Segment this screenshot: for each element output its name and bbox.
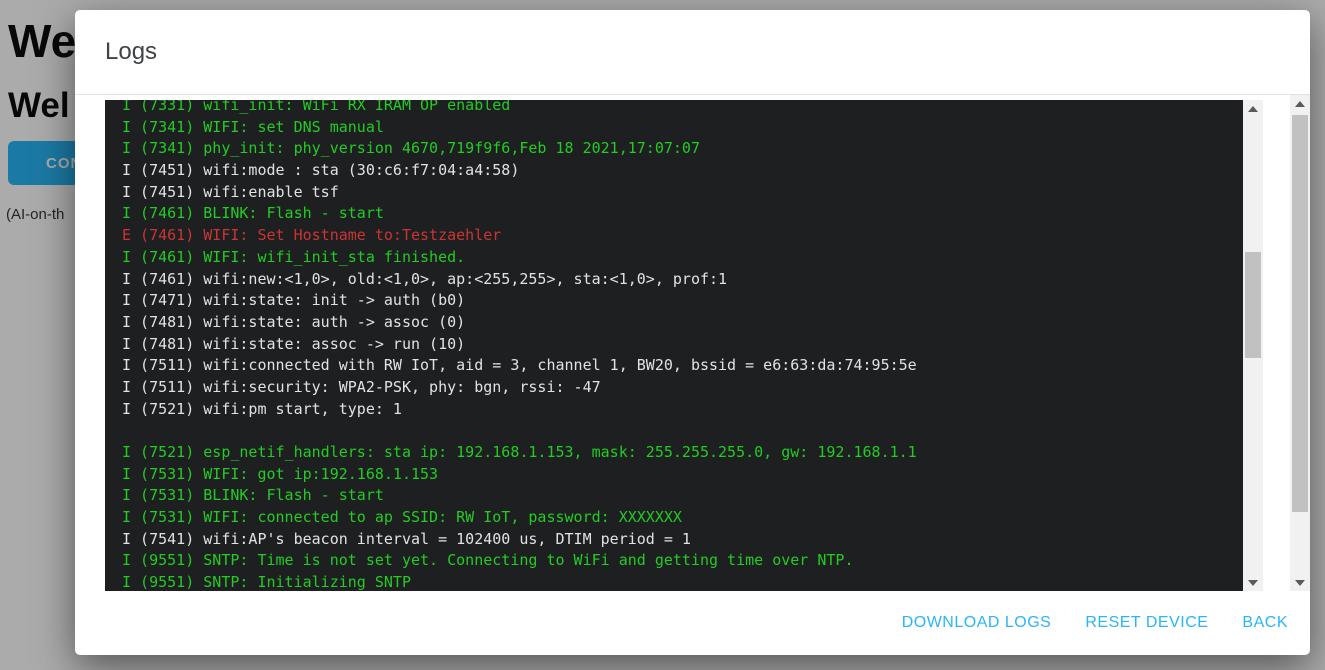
log-line: I (7521) esp_netif_handlers: sta ip: 192…: [122, 442, 1243, 464]
scroll-down-button[interactable]: [1243, 574, 1263, 591]
log-line: I (7451) wifi:mode : sta (30:c6:f7:04:a4…: [122, 160, 1243, 182]
log-line: I (7471) wifi:state: init -> auth (b0): [122, 290, 1243, 312]
reset-device-button[interactable]: RESET DEVICE: [1085, 614, 1208, 632]
log-line: I (7461) BLINK: Flash - start: [122, 203, 1243, 225]
log-line: I (7531) WIFI: connected to ap SSID: RW …: [122, 507, 1243, 529]
log-line: I (7461) wifi:new:<1,0>, old:<1,0>, ap:<…: [122, 269, 1243, 291]
log-lines-container: I (7331) wifi_init: WiFi RX IRAM OP enab…: [122, 100, 1243, 591]
dialog-scroll-up-button[interactable]: [1290, 95, 1310, 112]
dialog-body: I (7331) wifi_init: WiFi RX IRAM OP enab…: [75, 95, 1310, 591]
log-line: I (7481) wifi:state: auth -> assoc (0): [122, 312, 1243, 334]
log-line: I (7511) wifi:connected with RW IoT, aid…: [122, 355, 1243, 377]
log-line: I (7481) wifi:state: assoc -> run (10): [122, 334, 1243, 356]
log-line: I (9551) SNTP: Time is not set yet. Conn…: [122, 550, 1243, 572]
dialog-header: Logs: [75, 10, 1310, 95]
log-line: I (7331) wifi_init: WiFi RX IRAM OP enab…: [122, 100, 1243, 117]
terminal-scrollbar[interactable]: [1243, 100, 1263, 591]
terminal-scrollbar-thumb[interactable]: [1245, 252, 1261, 358]
dialog-scrollbar[interactable]: [1290, 95, 1310, 591]
download-logs-button[interactable]: DOWNLOAD LOGS: [902, 614, 1052, 632]
arrow-down-icon: [1295, 580, 1305, 586]
log-line: I (7531) WIFI: got ip:192.168.1.153: [122, 464, 1243, 486]
log-line: I (7531) BLINK: Flash - start: [122, 485, 1243, 507]
log-line: I (9551) SNTP: Initializing SNTP: [122, 572, 1243, 591]
log-line: E (7461) WIFI: Set Hostname to:Testzaehl…: [122, 225, 1243, 247]
dialog-footer: DOWNLOAD LOGS RESET DEVICE BACK: [75, 591, 1310, 655]
log-line: I (7341) phy_init: phy_version 4670,719f…: [122, 138, 1243, 160]
log-line: I (7541) wifi:AP's beacon interval = 102…: [122, 529, 1243, 551]
log-line: I (7521) wifi:pm start, type: 1: [122, 399, 1243, 421]
screen: We Wel CON (AI-on-th Logs I (7331) wifi_…: [0, 0, 1325, 670]
dialog-scroll-down-button[interactable]: [1290, 574, 1310, 591]
log-output: I (7331) wifi_init: WiFi RX IRAM OP enab…: [105, 100, 1243, 591]
log-line: [122, 420, 1243, 442]
log-line: I (7511) wifi:security: WPA2-PSK, phy: b…: [122, 377, 1243, 399]
log-line: I (7341) WIFI: set DNS manual: [122, 117, 1243, 139]
scroll-up-button[interactable]: [1243, 100, 1263, 117]
log-line: I (7461) WIFI: wifi_init_sta finished.: [122, 247, 1243, 269]
log-line: I (7451) wifi:enable tsf: [122, 182, 1243, 204]
arrow-down-icon: [1248, 580, 1258, 586]
dialog-scrollbar-thumb[interactable]: [1292, 115, 1308, 512]
back-button[interactable]: BACK: [1242, 614, 1288, 632]
logs-dialog: Logs I (7331) wifi_init: WiFi RX IRAM OP…: [75, 10, 1310, 655]
arrow-up-icon: [1295, 101, 1305, 107]
dialog-title: Logs: [105, 38, 157, 66]
log-terminal: I (7331) wifi_init: WiFi RX IRAM OP enab…: [105, 100, 1263, 591]
arrow-up-icon: [1248, 106, 1258, 112]
